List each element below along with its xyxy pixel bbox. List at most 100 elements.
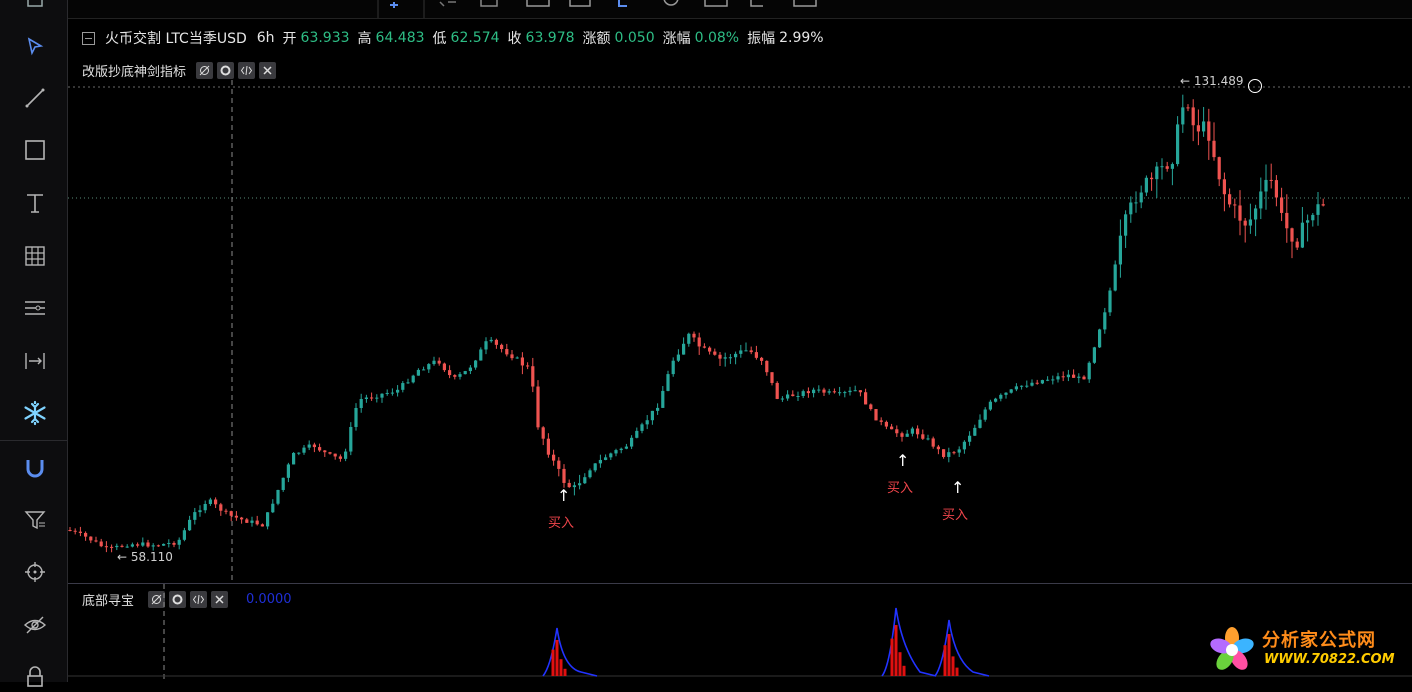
max-price-label: ← 131.489 — [1180, 74, 1244, 88]
eye-off-icon[interactable] — [20, 610, 50, 640]
candle-body — [1144, 177, 1148, 193]
candle-body — [1092, 347, 1096, 363]
low-label: 低 — [432, 31, 447, 47]
candle-body — [1300, 222, 1304, 248]
buy-arrow-icon: ↑ — [557, 486, 571, 505]
drag-handle[interactable] — [1248, 79, 1262, 93]
candle-body — [1056, 376, 1060, 380]
candle-body — [468, 367, 472, 372]
grid-icon[interactable] — [20, 241, 50, 271]
candle-body — [286, 464, 290, 478]
candle-body — [640, 424, 644, 431]
watermark-site: WWW.70822.COM — [1264, 652, 1395, 667]
crosshair-icon[interactable] — [20, 557, 50, 587]
candle-body — [1025, 385, 1029, 387]
candle-body — [203, 503, 207, 511]
candle-body — [68, 530, 72, 531]
candle-body — [1035, 382, 1039, 384]
filter-icon[interactable] — [20, 505, 50, 535]
candle-body — [208, 499, 212, 504]
candle-body — [84, 532, 88, 537]
candle-body — [307, 444, 311, 448]
cursor-icon[interactable] — [20, 31, 50, 61]
watermark-brand: 分析家公式网 — [1262, 630, 1376, 651]
candle-body — [552, 454, 556, 461]
candle-body — [806, 391, 810, 394]
candle-body — [999, 394, 1003, 399]
indicator-bar — [555, 640, 559, 676]
candle-body — [1290, 228, 1294, 242]
snowflake-icon[interactable] — [20, 398, 50, 428]
candle-body — [609, 453, 613, 458]
price-chart[interactable] — [68, 60, 1412, 583]
candle-body — [921, 434, 925, 439]
candle-body — [749, 350, 753, 353]
rectangle-icon[interactable] — [20, 135, 50, 165]
top-toolbar-icons[interactable] — [68, 0, 1412, 18]
high-value: 64.483 — [375, 30, 425, 46]
candle-body — [864, 392, 868, 405]
change-pct-label: 涨幅 — [662, 31, 691, 47]
candle-body — [1004, 392, 1008, 395]
candle-body — [827, 391, 831, 393]
candle-body — [1306, 220, 1310, 223]
symbol-name[interactable]: 火币交割 LTC当季USD — [105, 28, 247, 48]
open-label: 开 — [282, 31, 297, 47]
candle-body — [562, 468, 566, 483]
candle-body — [1139, 192, 1143, 203]
candle-body — [1129, 202, 1133, 215]
candle-body — [422, 369, 426, 371]
interval-label[interactable]: 6h — [257, 30, 275, 46]
lock-icon[interactable] — [20, 662, 50, 692]
candle-body — [765, 360, 769, 373]
candle-body — [994, 398, 998, 402]
candle-body — [364, 397, 368, 400]
candle-body — [162, 543, 166, 546]
text-icon[interactable] — [20, 188, 50, 218]
trend-line-icon[interactable] — [20, 83, 50, 113]
candle-body — [151, 545, 155, 547]
candle-body — [822, 389, 826, 393]
candle-body — [266, 512, 270, 527]
candle-body — [494, 339, 498, 345]
candle-body — [281, 477, 285, 490]
indicator-curve — [881, 607, 937, 677]
measure-icon[interactable] — [20, 346, 50, 376]
candle-body — [234, 515, 238, 518]
candle-body — [302, 447, 306, 453]
candle-body — [900, 433, 904, 437]
candle-body — [78, 531, 82, 533]
candle-body — [1264, 179, 1268, 192]
low-value: 62.574 — [450, 30, 500, 46]
candle-body — [338, 456, 342, 459]
candle-body — [619, 448, 623, 451]
candle-body — [858, 390, 862, 393]
amplitude-label: 振幅 — [747, 31, 776, 47]
candle-body — [598, 459, 602, 464]
magnet-icon[interactable] — [20, 453, 50, 483]
amplitude-value: 2.99% — [779, 30, 824, 46]
candle-body — [650, 410, 654, 421]
candle-body — [349, 426, 353, 452]
candle-body — [94, 540, 98, 542]
candle-body — [723, 357, 727, 359]
candle-body — [884, 421, 888, 427]
collapse-icon[interactable] — [82, 31, 95, 45]
min-price-value: 58.110 — [130, 550, 173, 564]
candle-body — [1170, 164, 1174, 169]
toolbar-divider — [0, 440, 67, 441]
candle-body — [895, 429, 899, 434]
candle-body — [848, 390, 852, 393]
candle-body — [172, 542, 176, 545]
candle-body — [442, 363, 446, 371]
candle-body — [978, 419, 982, 428]
toolbar-top-icon[interactable] — [20, 0, 50, 16]
buy-arrow-icon: ↑ — [896, 451, 910, 470]
levels-icon[interactable] — [20, 293, 50, 323]
candle-body — [775, 382, 779, 399]
candle-body — [375, 397, 379, 399]
candle-body — [1176, 124, 1180, 165]
candle-body — [333, 453, 337, 457]
indicator-bar — [890, 638, 894, 676]
candle-body — [931, 438, 935, 447]
